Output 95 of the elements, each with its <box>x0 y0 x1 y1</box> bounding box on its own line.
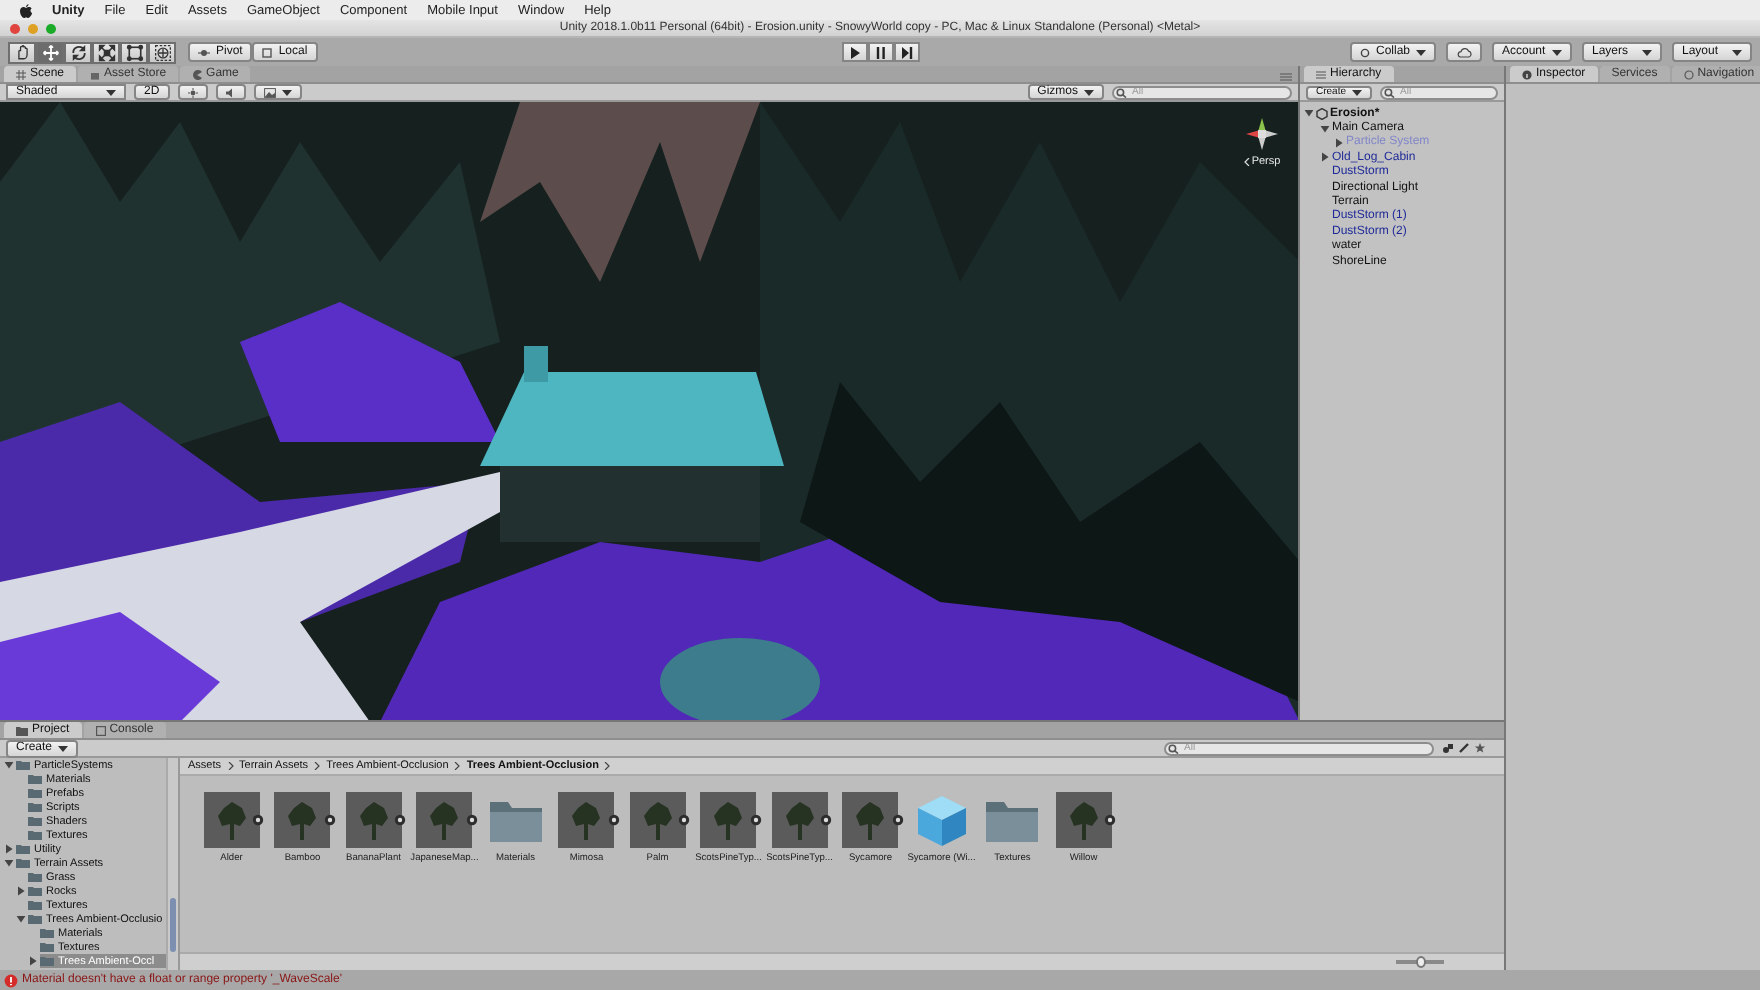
chevron-left-icon <box>1243 158 1250 166</box>
grid-icon <box>16 69 26 79</box>
rotate-icon <box>69 43 87 61</box>
expanded-arrow-icon[interactable] <box>4 858 14 868</box>
scrollbar[interactable] <box>166 758 178 970</box>
tree-thumbnail <box>771 792 828 848</box>
sync-icon <box>1359 47 1370 57</box>
chevron-right-icon <box>604 762 611 770</box>
tool-button[interactable] <box>8 41 36 63</box>
expand-button[interactable] <box>678 814 690 826</box>
transform-icon <box>153 43 171 61</box>
tool-button[interactable] <box>64 41 92 63</box>
caret-icon <box>281 89 292 95</box>
list-icon <box>1316 69 1326 79</box>
caret-icon <box>1642 49 1652 55</box>
caret-icon <box>1352 89 1363 95</box>
collapsed-arrow-icon[interactable] <box>16 886 26 896</box>
lighting-button[interactable] <box>177 84 208 100</box>
expand-button[interactable] <box>820 814 832 826</box>
audio-button[interactable] <box>215 84 246 100</box>
axis-gizmo-icon <box>1242 114 1282 154</box>
effects-button[interactable] <box>253 84 302 100</box>
cube-icon <box>913 792 970 848</box>
search-icon <box>1384 87 1397 97</box>
expand-button[interactable] <box>394 814 406 826</box>
search-icon <box>1168 743 1180 753</box>
cloud-button[interactable] <box>1446 42 1482 62</box>
tree-thumbnail <box>416 792 473 848</box>
caret-icon <box>1732 49 1742 55</box>
tree-thumbnail <box>700 792 757 848</box>
chevron-right-icon <box>314 762 321 770</box>
cloud-icon <box>1456 47 1472 57</box>
error-icon <box>4 973 18 987</box>
info-icon <box>1522 69 1532 79</box>
play-icon <box>847 45 861 59</box>
filter-type-icon[interactable] <box>1442 742 1454 754</box>
hand-icon <box>13 43 31 61</box>
play-button[interactable] <box>841 42 867 62</box>
collapsed-arrow-icon[interactable] <box>1334 137 1344 148</box>
tree-thumbnail <box>274 792 331 848</box>
slider-thumb[interactable] <box>1415 956 1425 968</box>
chevron-right-icon <box>454 762 461 770</box>
tool-button[interactable] <box>36 41 64 63</box>
expand-button[interactable] <box>1104 814 1116 826</box>
local-icon <box>262 47 273 57</box>
label-icon[interactable] <box>1458 742 1470 754</box>
tool-button[interactable] <box>92 41 120 63</box>
pacman-icon <box>192 69 203 79</box>
expanded-arrow-icon[interactable] <box>4 760 14 770</box>
tool-button[interactable] <box>148 41 176 63</box>
rect-tool-icon <box>125 43 143 61</box>
collapsed-arrow-icon[interactable] <box>4 844 14 854</box>
compass-icon <box>1683 69 1694 79</box>
caret-icon <box>58 745 69 751</box>
pause-icon <box>873 45 887 59</box>
expanded-arrow-icon[interactable] <box>16 914 26 924</box>
apple-icon <box>20 3 32 17</box>
step-button[interactable] <box>893 42 919 62</box>
tree-thumbnail <box>558 792 615 848</box>
expand-button[interactable] <box>323 814 335 826</box>
expand-button[interactable] <box>607 814 619 826</box>
collapsed-arrow-icon[interactable] <box>1320 152 1330 163</box>
collapsed-arrow-icon[interactable] <box>28 956 38 966</box>
folder-tab-icon <box>16 725 28 735</box>
step-icon <box>899 45 913 59</box>
expand-button[interactable] <box>252 814 264 826</box>
caret-icon <box>1084 89 1094 95</box>
search-icon <box>1116 87 1128 97</box>
move-arrows-icon <box>41 43 59 61</box>
caret-icon <box>1552 49 1562 55</box>
pause-button[interactable] <box>867 42 893 62</box>
sun-icon <box>187 87 198 97</box>
tree-thumbnail <box>842 792 899 848</box>
tool-button[interactable] <box>120 41 148 63</box>
bag-icon <box>90 69 101 79</box>
scale-icon <box>97 43 115 61</box>
caret-icon <box>1416 49 1426 55</box>
image-icon <box>263 87 276 97</box>
tree-thumbnail <box>345 792 402 848</box>
tree-thumbnail <box>203 792 260 848</box>
star-icon[interactable] <box>1474 742 1486 754</box>
expand-button[interactable] <box>465 814 477 826</box>
expand-button[interactable] <box>891 814 903 826</box>
expanded-arrow-icon[interactable] <box>1320 123 1330 134</box>
tree-thumbnail <box>629 792 686 848</box>
scene-icon <box>1316 107 1328 120</box>
close-button[interactable] <box>10 23 20 33</box>
console-icon <box>95 725 106 735</box>
pivot-icon <box>198 47 210 57</box>
caret-icon <box>106 89 116 95</box>
panel-menu-icon <box>1280 72 1292 82</box>
chevron-right-icon <box>227 762 234 770</box>
tree-thumbnail <box>1055 792 1112 848</box>
expand-button[interactable] <box>749 814 761 826</box>
expanded-arrow-icon[interactable] <box>1304 108 1314 119</box>
